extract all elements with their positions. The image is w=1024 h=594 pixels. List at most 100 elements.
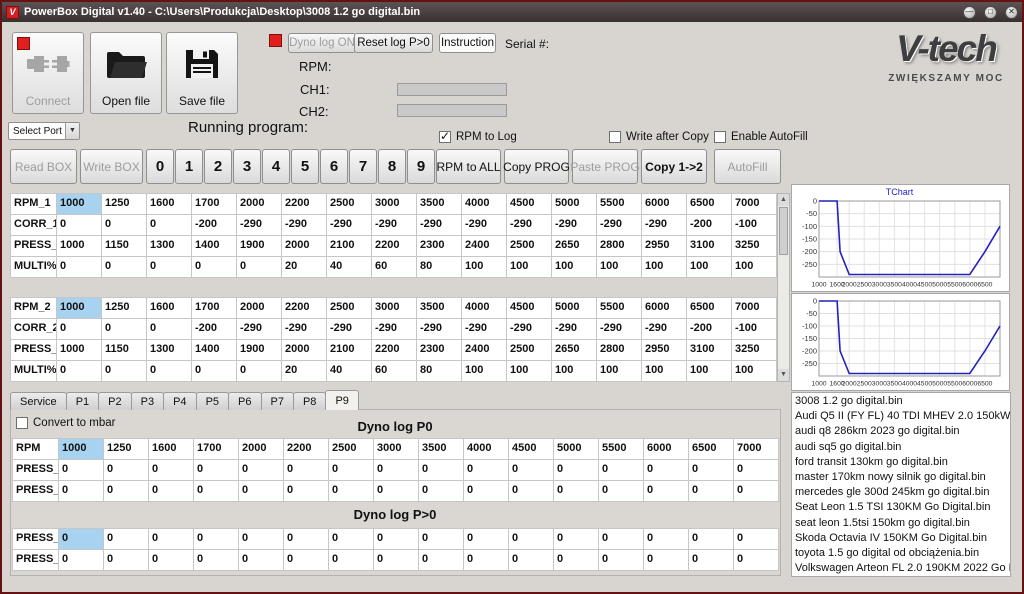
program-digit-button-1[interactable]: 1 — [175, 149, 203, 184]
copy-1-to-2-button[interactable]: Copy 1->2 — [641, 149, 707, 184]
table-cell[interactable]: 0 — [599, 481, 644, 502]
table-cell[interactable]: 0 — [644, 550, 689, 571]
table-cell[interactable]: 2000 — [282, 340, 327, 361]
table-cell[interactable]: 3000 — [372, 194, 417, 215]
table-cell[interactable]: 0 — [239, 550, 284, 571]
file-list-item[interactable]: Skoda Octavia IV 150KM Go Digital.bin — [792, 531, 1010, 546]
table-cell[interactable]: 0 — [194, 460, 239, 481]
table-cell[interactable]: 40 — [327, 257, 372, 278]
table-cell[interactable]: 0 — [644, 481, 689, 502]
table-cell[interactable]: 0 — [194, 550, 239, 571]
program-digit-button-8[interactable]: 8 — [378, 149, 406, 184]
file-list-item[interactable]: ford transit 130km go digital.bin — [792, 455, 1010, 470]
table-cell[interactable]: -290 — [282, 319, 327, 340]
table-cell[interactable]: 0 — [329, 481, 374, 502]
table-cell[interactable]: -290 — [642, 319, 687, 340]
table-cell[interactable]: 100 — [597, 257, 642, 278]
table-cell[interactable]: -290 — [462, 319, 507, 340]
table-cell[interactable]: 0 — [237, 361, 282, 382]
table-cell[interactable]: 1400 — [192, 340, 237, 361]
table-cell[interactable]: 5000 — [552, 194, 597, 215]
table-cell[interactable]: 0 — [57, 361, 102, 382]
copy-prog-button[interactable]: Copy PROG — [504, 149, 569, 184]
rpm-to-all-button[interactable]: RPM to ALL — [436, 149, 501, 184]
table-cell[interactable]: 2300 — [417, 236, 462, 257]
table-cell[interactable]: 1150 — [102, 236, 147, 257]
table-cell[interactable]: -290 — [507, 215, 552, 236]
table-cell[interactable]: 0 — [464, 460, 509, 481]
connect-button[interactable]: Connect — [12, 32, 84, 114]
table-cell[interactable]: 6000 — [642, 298, 687, 319]
table-cell[interactable]: 0 — [374, 481, 419, 502]
table-cell[interactable]: 0 — [329, 529, 374, 550]
table-cell[interactable]: 0 — [509, 529, 554, 550]
table-cell[interactable]: 100 — [687, 257, 732, 278]
table-cell[interactable]: 5500 — [597, 298, 642, 319]
table-cell[interactable]: 2800 — [597, 236, 642, 257]
table-cell[interactable]: 0 — [599, 550, 644, 571]
table-cell[interactable]: 3500 — [417, 298, 462, 319]
table-cell[interactable]: 60 — [372, 257, 417, 278]
table-cell[interactable]: 5500 — [599, 439, 644, 460]
table-cell[interactable]: 1900 — [237, 340, 282, 361]
minimize-button[interactable]: — — [963, 6, 976, 19]
table-cell[interactable]: 7000 — [732, 298, 777, 319]
table-cell[interactable]: 4000 — [464, 439, 509, 460]
table-cell[interactable]: 3250 — [732, 340, 777, 361]
table-cell[interactable]: 0 — [149, 529, 194, 550]
table-cell[interactable]: -290 — [237, 319, 282, 340]
write-after-copy-checkbox[interactable]: Write after Copy — [609, 131, 709, 143]
scroll-down-arrow[interactable]: ▼ — [778, 369, 789, 381]
table-cell[interactable]: 3100 — [687, 236, 732, 257]
table-cell[interactable]: 0 — [59, 550, 104, 571]
table-cell[interactable]: 80 — [417, 361, 462, 382]
table-cell[interactable]: 2200 — [284, 439, 329, 460]
table-cell[interactable]: 100 — [507, 361, 552, 382]
table-cell[interactable]: 0 — [102, 215, 147, 236]
table-cell[interactable]: 20 — [282, 257, 327, 278]
table-cell[interactable]: 2500 — [327, 194, 372, 215]
program-digit-button-5[interactable]: 5 — [291, 149, 319, 184]
table-cell[interactable]: 1900 — [237, 236, 282, 257]
table-cell[interactable]: 2500 — [327, 298, 372, 319]
table-cell[interactable]: 3000 — [374, 439, 419, 460]
tab-service[interactable]: Service — [10, 392, 67, 410]
table-cell[interactable]: 0 — [147, 361, 192, 382]
table-cell[interactable]: 0 — [419, 550, 464, 571]
table-cell[interactable]: 2500 — [507, 340, 552, 361]
table-cell[interactable]: -200 — [687, 319, 732, 340]
table-cell[interactable]: -100 — [732, 319, 777, 340]
table-cell[interactable]: 1300 — [147, 236, 192, 257]
table-cell[interactable]: 2500 — [507, 236, 552, 257]
table-cell[interactable]: 2400 — [462, 340, 507, 361]
table-cell[interactable]: 3500 — [419, 439, 464, 460]
table-cell[interactable]: 0 — [284, 460, 329, 481]
table-cell[interactable]: 100 — [732, 257, 777, 278]
table-cell[interactable]: 6500 — [687, 194, 732, 215]
table-cell[interactable]: 1400 — [192, 236, 237, 257]
table-cell[interactable]: 3000 — [372, 298, 417, 319]
paste-prog-button[interactable]: Paste PROG — [572, 149, 638, 184]
table-cell[interactable]: 1000 — [57, 298, 102, 319]
table-cell[interactable]: 0 — [147, 319, 192, 340]
table-cell[interactable]: 100 — [687, 361, 732, 382]
file-list-item[interactable]: master 170km nowy silnik go digital.bin — [792, 470, 1010, 485]
table-cell[interactable]: 2000 — [239, 439, 284, 460]
tab-p6[interactable]: P6 — [228, 392, 261, 410]
table-cell[interactable]: 0 — [464, 550, 509, 571]
table-cell[interactable]: 4500 — [507, 298, 552, 319]
table-cell[interactable]: 0 — [149, 481, 194, 502]
table-cell[interactable]: 2950 — [642, 236, 687, 257]
table-cell[interactable]: 0 — [57, 319, 102, 340]
tab-p7[interactable]: P7 — [261, 392, 294, 410]
table-cell[interactable]: 2500 — [329, 439, 374, 460]
table-cell[interactable]: 0 — [464, 529, 509, 550]
table-cell[interactable]: 2200 — [372, 236, 417, 257]
table-cell[interactable]: 1700 — [192, 194, 237, 215]
table-cell[interactable]: 100 — [462, 361, 507, 382]
table-cell[interactable]: 0 — [644, 460, 689, 481]
table-cell[interactable]: 1150 — [102, 340, 147, 361]
table-cell[interactable]: 4000 — [462, 298, 507, 319]
file-list-item[interactable]: audi q8 286km 2023 go digital.bin — [792, 424, 1010, 439]
program-digit-button-7[interactable]: 7 — [349, 149, 377, 184]
